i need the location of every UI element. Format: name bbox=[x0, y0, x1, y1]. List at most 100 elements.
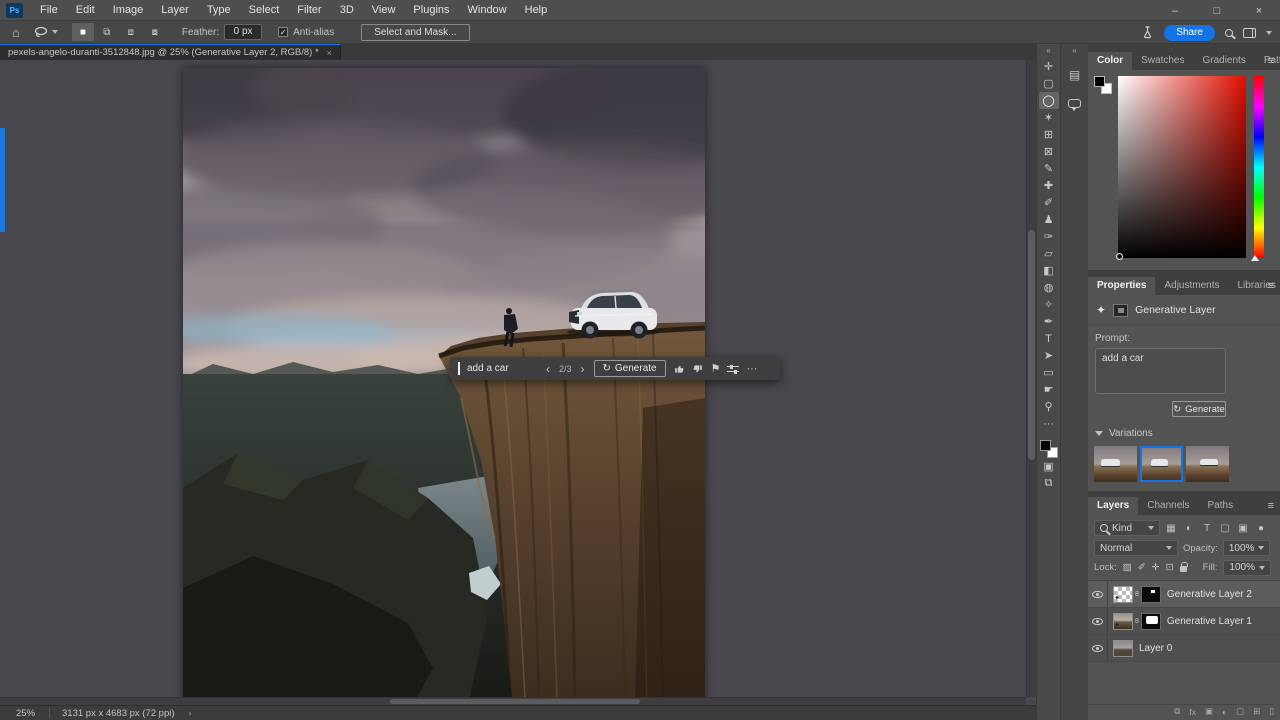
variations-header[interactable]: Variations bbox=[1095, 428, 1280, 439]
select-and-mask-button[interactable]: Select and Mask... bbox=[361, 23, 470, 41]
foreground-color-swatch[interactable] bbox=[1039, 440, 1051, 451]
visibility-cell[interactable] bbox=[1088, 581, 1108, 607]
tab-layers[interactable]: Layers bbox=[1088, 497, 1139, 515]
document-canvas[interactable] bbox=[183, 68, 705, 705]
generate-button[interactable]: ↻ Generate bbox=[593, 360, 666, 377]
share-button[interactable]: Share bbox=[1164, 24, 1215, 41]
status-options-icon[interactable]: › bbox=[189, 708, 192, 718]
foreground-background-swatches[interactable] bbox=[1039, 440, 1058, 458]
tech-preview-flask-icon[interactable] bbox=[1141, 26, 1154, 39]
visibility-cell[interactable] bbox=[1088, 608, 1108, 634]
color-field-marker[interactable] bbox=[1116, 253, 1123, 260]
blend-mode-dropdown[interactable]: Normal bbox=[1094, 540, 1178, 556]
thumbs-up-icon[interactable] bbox=[673, 363, 685, 375]
menu-layer[interactable]: Layer bbox=[152, 0, 198, 21]
tab-color[interactable]: Color bbox=[1088, 52, 1133, 70]
comments-panel-icon[interactable] bbox=[1064, 92, 1086, 114]
healing-brush-tool-icon[interactable]: ✚ bbox=[1039, 177, 1059, 194]
tab-properties[interactable]: Properties bbox=[1088, 277, 1156, 295]
color-panel-swatches[interactable] bbox=[1094, 76, 1112, 94]
layer-row-generative-layer-1[interactable]: ✦ 8 Generative Layer 1 bbox=[1088, 608, 1280, 635]
active-tool-preview[interactable] bbox=[34, 26, 58, 38]
panel-menu-icon[interactable]: ≡ bbox=[1268, 500, 1274, 512]
edit-toolbar-icon[interactable]: ··· bbox=[1039, 415, 1059, 432]
mask-link-icon[interactable]: 8 bbox=[1135, 618, 1139, 625]
shape-tool-icon[interactable]: ▭ bbox=[1039, 364, 1059, 381]
intersect-selection-icon[interactable]: ⧇ bbox=[144, 23, 166, 41]
search-icon[interactable] bbox=[1225, 28, 1233, 37]
tab-channels[interactable]: Channels bbox=[1138, 497, 1198, 515]
anti-alias-checkbox[interactable]: ✓ bbox=[278, 27, 289, 37]
lock-position-icon[interactable]: ✛ bbox=[1152, 562, 1160, 573]
collapse-toolbar-icon[interactable]: « bbox=[1046, 44, 1050, 58]
expand-panels-icon[interactable]: « bbox=[1072, 44, 1076, 58]
close-tab-icon[interactable]: × bbox=[327, 48, 332, 58]
prompt-textarea[interactable]: add a car bbox=[1095, 348, 1226, 394]
filter-pixel-layers-icon[interactable]: ▦ bbox=[1164, 523, 1178, 534]
minimize-button[interactable]: – bbox=[1154, 0, 1196, 21]
tab-paths[interactable]: Paths bbox=[1199, 497, 1243, 515]
lock-pixels-icon[interactable]: ✐ bbox=[1138, 562, 1146, 573]
layer-name[interactable]: Generative Layer 1 bbox=[1167, 616, 1252, 627]
prompt-input[interactable]: add a car bbox=[467, 363, 537, 374]
thumbs-down-icon[interactable] bbox=[692, 363, 704, 375]
filter-adjustment-layers-icon[interactable]: ◐ bbox=[1182, 523, 1196, 534]
gradient-tool-icon[interactable]: ◧ bbox=[1039, 262, 1059, 279]
new-group-icon[interactable]: ▢ bbox=[1236, 706, 1244, 717]
new-layer-icon[interactable]: ⊞ bbox=[1253, 706, 1260, 717]
close-button[interactable]: × bbox=[1238, 0, 1280, 21]
visibility-cell[interactable] bbox=[1088, 635, 1108, 661]
eye-icon[interactable] bbox=[1092, 617, 1103, 625]
hue-slider-marker[interactable] bbox=[1251, 255, 1259, 261]
pen-tool-icon[interactable]: ✒ bbox=[1039, 313, 1059, 330]
add-selection-icon[interactable]: ⧉ bbox=[96, 23, 118, 41]
horizontal-scrollbar-thumb[interactable] bbox=[390, 699, 640, 704]
tab-adjustments[interactable]: Adjustments bbox=[1155, 277, 1228, 295]
layer-mask-thumbnail[interactable] bbox=[1140, 585, 1161, 603]
kind-filter-dropdown[interactable]: Kind bbox=[1094, 520, 1160, 536]
menu-3d[interactable]: 3D bbox=[331, 0, 363, 21]
layer-thumbnail[interactable]: ✦ bbox=[1113, 585, 1133, 603]
layer-thumbnail[interactable]: ✦ bbox=[1113, 612, 1133, 630]
menu-file[interactable]: File bbox=[31, 0, 67, 21]
report-flag-icon[interactable]: ⚑ bbox=[711, 362, 721, 375]
crop-tool-icon[interactable]: ⊞ bbox=[1039, 126, 1059, 143]
add-mask-icon[interactable]: ▣ bbox=[1205, 706, 1213, 717]
feather-input[interactable]: 0 px bbox=[224, 24, 263, 40]
document-tab[interactable]: pexels-angelo-duranti-3512848.jpg @ 25% … bbox=[0, 44, 341, 60]
zoom-level-field[interactable]: 25% bbox=[16, 708, 35, 719]
blur-tool-icon[interactable]: ◍ bbox=[1039, 279, 1059, 296]
variation-thumbnail-1[interactable] bbox=[1094, 446, 1137, 482]
menu-help[interactable]: Help bbox=[516, 0, 557, 21]
layer-mask-thumbnail[interactable] bbox=[1140, 612, 1161, 630]
generate-button[interactable]: ↻ Generate bbox=[1172, 401, 1226, 417]
home-icon[interactable]: ⌂ bbox=[12, 25, 20, 40]
layer-effects-icon[interactable]: fx bbox=[1189, 707, 1196, 717]
move-tool-icon[interactable]: ✛ bbox=[1039, 58, 1059, 75]
horizontal-scrollbar[interactable] bbox=[0, 697, 1026, 705]
filter-type-layers-icon[interactable]: T bbox=[1200, 523, 1214, 534]
variation-thumbnail-2-selected[interactable] bbox=[1140, 446, 1183, 482]
history-brush-tool-icon[interactable]: ✑ bbox=[1039, 228, 1059, 245]
previous-variation-icon[interactable]: ‹ bbox=[544, 362, 552, 376]
color-field[interactable] bbox=[1116, 76, 1246, 260]
eyedropper-tool-icon[interactable]: ✎ bbox=[1039, 160, 1059, 177]
menu-view[interactable]: View bbox=[363, 0, 405, 21]
layer-name[interactable]: Generative Layer 2 bbox=[1167, 589, 1252, 600]
filter-shape-layers-icon[interactable]: ▢ bbox=[1218, 523, 1232, 534]
screen-mode-icon[interactable]: ⧉ bbox=[1039, 475, 1059, 492]
menu-edit[interactable]: Edit bbox=[67, 0, 104, 21]
menu-window[interactable]: Window bbox=[459, 0, 516, 21]
restore-button[interactable]: □ bbox=[1196, 0, 1238, 21]
menu-type[interactable]: Type bbox=[198, 0, 240, 21]
new-selection-icon[interactable]: ■ bbox=[71, 23, 94, 41]
lock-artboard-icon[interactable]: ⊡ bbox=[1166, 562, 1174, 573]
workspace-switcher-icon[interactable] bbox=[1243, 27, 1256, 38]
zoom-tool-icon[interactable]: ⚲ bbox=[1039, 398, 1059, 415]
eye-icon[interactable] bbox=[1092, 644, 1103, 652]
next-variation-icon[interactable]: › bbox=[579, 362, 587, 376]
filter-smart-objects-icon[interactable]: ▣ bbox=[1236, 523, 1250, 534]
lock-all-icon[interactable] bbox=[1179, 562, 1188, 572]
delete-layer-icon[interactable]: ▯ bbox=[1269, 706, 1274, 717]
panel-menu-icon[interactable]: ≡ bbox=[1268, 55, 1274, 67]
